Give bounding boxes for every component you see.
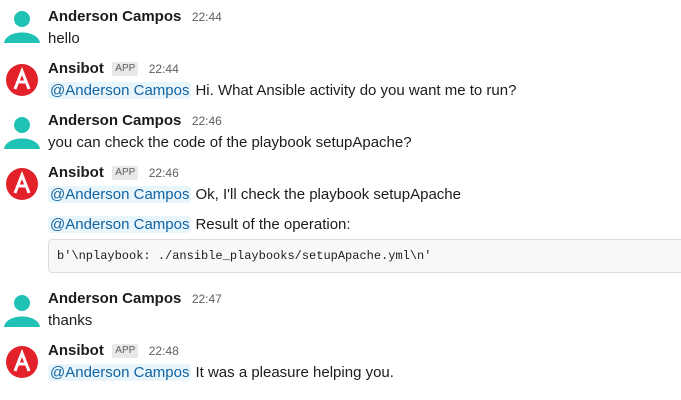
message-text-line: @Anderson Campos Result of the operation: — [48, 214, 351, 236]
message-text: hello — [48, 30, 80, 47]
app-badge: APP — [112, 344, 139, 358]
timestamp[interactable]: 22:44 — [149, 62, 179, 76]
code-block: b'\nplaybook: ./ansible_playbooks/setupA… — [48, 239, 681, 273]
author-name[interactable]: Anderson Campos — [48, 112, 181, 129]
message-text: you can check the code of the playbook s… — [48, 134, 412, 151]
ansible-logo-icon[interactable] — [4, 344, 40, 380]
app-badge: APP — [112, 166, 139, 180]
message-text: Ok, I'll check the playbook setupApache — [195, 186, 461, 203]
message-text: thanks — [48, 312, 93, 329]
user-mention[interactable]: @Anderson Campos — [48, 364, 192, 381]
user-mention[interactable]: @Anderson Campos — [48, 82, 192, 99]
timestamp[interactable]: 22:48 — [149, 344, 179, 358]
person-icon[interactable] — [4, 113, 40, 149]
message-text: Result of the operation: — [195, 216, 351, 233]
message-text-line: @Anderson Campos Ok, I'll check the playb… — [48, 184, 461, 206]
ansible-logo-icon[interactable] — [4, 62, 40, 98]
message-text: Hi. What Ansible activity do you want me… — [195, 82, 517, 99]
timestamp[interactable]: 22:46 — [192, 114, 222, 128]
ansible-logo-icon[interactable] — [4, 166, 40, 202]
timestamp[interactable]: 22:46 — [149, 166, 179, 180]
author-name[interactable]: Ansibot — [48, 164, 104, 181]
author-name[interactable]: Anderson Campos — [48, 290, 181, 307]
message-text-line: @Anderson Campos It was a pleasure helpin… — [48, 362, 394, 384]
message-text: It was a pleasure helping you. — [195, 364, 394, 381]
app-badge: APP — [112, 62, 139, 76]
author-name[interactable]: Anderson Campos — [48, 8, 181, 25]
person-icon[interactable] — [4, 291, 40, 327]
author-name[interactable]: Ansibot — [48, 342, 104, 359]
timestamp[interactable]: 22:44 — [192, 10, 222, 24]
user-mention[interactable]: @Anderson Campos — [48, 186, 192, 203]
author-name[interactable]: Ansibot — [48, 60, 104, 77]
message-text-line: @Anderson Campos Hi. What Ansible activit… — [48, 80, 516, 102]
person-icon[interactable] — [4, 7, 40, 43]
user-mention[interactable]: @Anderson Campos — [48, 216, 192, 233]
timestamp[interactable]: 22:47 — [192, 292, 222, 306]
